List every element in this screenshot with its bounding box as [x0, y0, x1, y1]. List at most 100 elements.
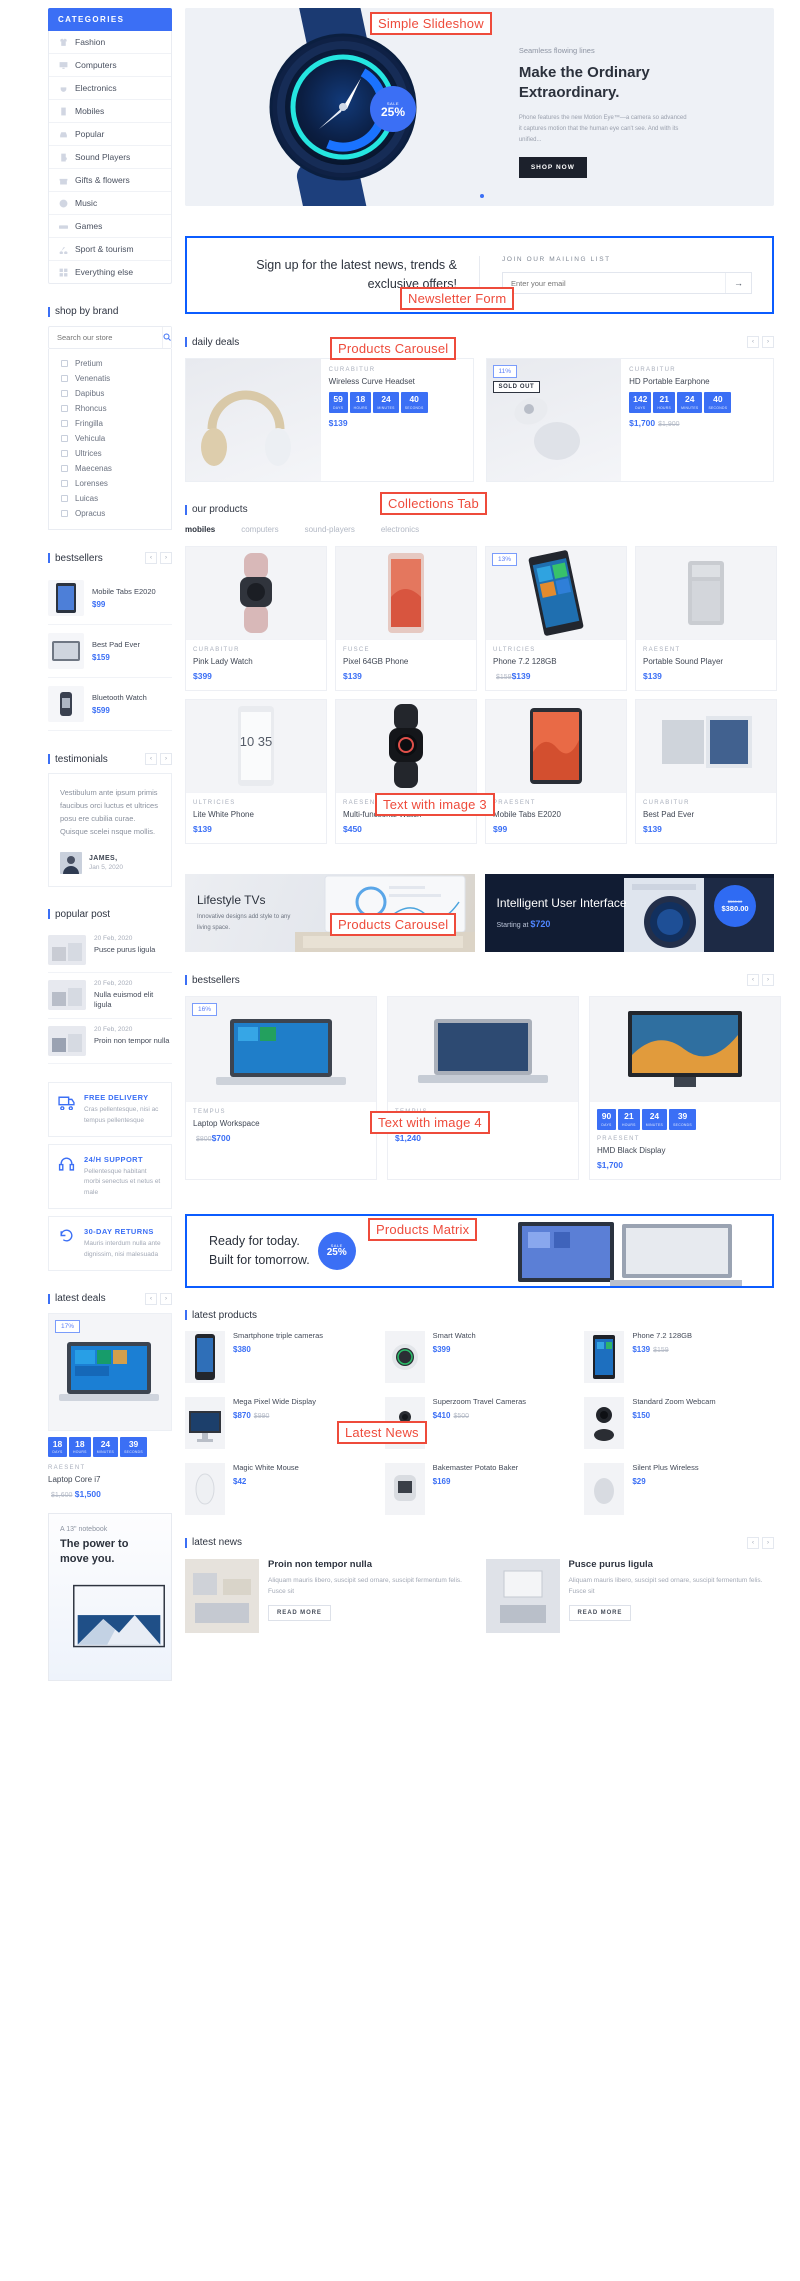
- product-card[interactable]: RAESENTMulti-functional Watch$450: [335, 699, 477, 844]
- newsletter-submit-button[interactable]: →: [725, 273, 751, 293]
- hero-slideshow[interactable]: SALE 25% Seamless flowing lines Make the…: [185, 8, 774, 206]
- list-item[interactable]: 20 Feb, 2020 Pusce purus ligula: [48, 928, 172, 973]
- read-more-button[interactable]: READ MORE: [568, 1604, 632, 1621]
- product-card[interactable]: CURABITUR Wireless Curve Headset 59 DAYS 18 H…: [185, 358, 474, 482]
- product-card[interactable]: Smart Watch $399: [384, 1330, 575, 1383]
- product-card[interactable]: FUSCE Pixel 64GB Phone $139: [335, 546, 477, 691]
- product-card[interactable]: 90 DAYS 21 HOURS 24 MINUTES 39 SECONDS PRAESENT H…: [589, 996, 781, 1180]
- shop-now-button[interactable]: SHOP NOW: [518, 156, 587, 178]
- product-image: [590, 997, 780, 1101]
- read-more-button[interactable]: READ MORE: [268, 1604, 331, 1621]
- checkbox[interactable]: [61, 420, 68, 427]
- brand-filter-item[interactable]: Pretium: [49, 356, 171, 371]
- email-field[interactable]: [503, 273, 725, 293]
- search-input[interactable]: [49, 327, 162, 348]
- checkbox[interactable]: [61, 510, 68, 517]
- news-card[interactable]: Proin non tempor nulla Aliquam mauris lib…: [185, 1558, 474, 1633]
- sidebar-item-music[interactable]: Music: [49, 192, 171, 215]
- prev-button[interactable]: ‹: [145, 552, 157, 564]
- sidebar-item-popular[interactable]: Popular: [49, 123, 171, 146]
- next-button[interactable]: ›: [762, 1536, 774, 1549]
- product-card[interactable]: PRAESENT Mobile Tabs E2020 $99: [485, 699, 627, 844]
- prev-button[interactable]: ‹: [747, 974, 759, 986]
- list-item[interactable]: 20 Feb, 2020 Nulla euismod elit ligula: [48, 973, 172, 1020]
- search-button[interactable]: [162, 327, 171, 348]
- tab-mobiles[interactable]: mobiles: [185, 525, 215, 534]
- brand-filter-item[interactable]: Vehicula: [49, 431, 171, 446]
- sidebar-item-mobiles[interactable]: Mobiles: [49, 100, 171, 123]
- sidebar-item-games[interactable]: Games: [49, 215, 171, 238]
- product-card[interactable]: Smartphone triple cameras $380: [185, 1330, 375, 1383]
- promo-card[interactable]: A 13" notebook The power to move you.: [48, 1513, 172, 1682]
- list-item[interactable]: Bluetooth Watch $599: [48, 678, 172, 731]
- news-card[interactable]: Pusce purus ligula Aliquam mauris libero,…: [485, 1558, 775, 1633]
- sidebar-item-sound-players[interactable]: Sound Players: [49, 146, 171, 169]
- testimonial-card: Vestibulum ante ipsum primis faucibus or…: [48, 773, 172, 887]
- checkbox[interactable]: [61, 360, 68, 367]
- sidebar-bestsellers-list: Mobile Tabs E2020 $99 Best Pad Ever $159 Blu…: [48, 572, 172, 731]
- checkbox[interactable]: [61, 450, 68, 457]
- product-card[interactable]: CURABITUR Best Pad Ever $139: [635, 699, 777, 844]
- prev-button[interactable]: ‹: [747, 336, 759, 348]
- brand-filter-item[interactable]: Ultrices: [49, 446, 171, 461]
- tab-computers[interactable]: computers: [241, 525, 278, 534]
- product-card[interactable]: 13% ULTRICIES Phone 7.2 128GB $159$139: [485, 546, 627, 691]
- product-info: Smartphone triple cameras $380: [233, 1331, 323, 1355]
- product-card[interactable]: Bakemaster Potato Baker $169: [384, 1462, 575, 1515]
- product-card[interactable]: 10 35 ULTRICIES Lite White Phone $139: [185, 699, 327, 844]
- next-button[interactable]: ›: [160, 552, 172, 564]
- product-card[interactable]: CURABITUR Pink Lady Watch $399: [185, 546, 327, 691]
- next-button[interactable]: ›: [160, 1292, 172, 1305]
- brand-filter-item[interactable]: Luicas: [49, 491, 171, 506]
- product-brand: RAESENT: [643, 647, 681, 653]
- brand-filter-item[interactable]: Maecenas: [49, 461, 171, 476]
- brand-filter-item[interactable]: Fringilla: [49, 416, 171, 431]
- product-card[interactable]: TEMPUSUltimate Hybrid Laptop$1,240: [387, 996, 579, 1180]
- sidebar-item-everything-else[interactable]: Everything else: [49, 261, 171, 283]
- product-thumbnail: [48, 686, 84, 722]
- product-card[interactable]: Magic White Mouse $42: [185, 1462, 375, 1515]
- brand-search-box[interactable]: [48, 326, 172, 349]
- slideshow-dot[interactable]: [479, 194, 484, 198]
- product-meta: FUSCE Pixel 64GB Phone $139: [336, 639, 476, 690]
- product-card[interactable]: 16% TEMPUS Laptop Workspace $800$700: [185, 996, 377, 1180]
- banner-intelligent-ui[interactable]: Intelligent User Interface Starting at $…: [484, 874, 774, 952]
- next-button[interactable]: ›: [762, 974, 774, 986]
- brand-filter-item[interactable]: Rhoncus: [49, 401, 171, 416]
- sidebar-item-gifts-flowers[interactable]: Gifts & flowers: [49, 169, 171, 192]
- tab-sound-players[interactable]: sound-players: [305, 525, 355, 534]
- prev-button[interactable]: ‹: [145, 1292, 157, 1305]
- sidebar-item-fashion[interactable]: Fashion: [49, 31, 171, 54]
- brand-filter-item[interactable]: Venenatis: [49, 371, 171, 386]
- brand-filter-item[interactable]: Lorenses: [49, 476, 171, 491]
- prev-button[interactable]: ‹: [747, 1536, 759, 1549]
- checkbox[interactable]: [61, 465, 68, 472]
- product-card[interactable]: Silent Plus Wireless $29: [584, 1462, 774, 1515]
- newsletter-input-group[interactable]: →: [502, 272, 752, 294]
- sidebar-item-sport-tourism[interactable]: Sport & tourism: [49, 238, 171, 261]
- checkbox[interactable]: [61, 390, 68, 397]
- brand-filter-item[interactable]: Opracus: [49, 506, 171, 521]
- checkbox[interactable]: [61, 480, 68, 487]
- product-card[interactable]: 11% SOLD OUT CURABITUR HD Portable Earphone…: [485, 358, 774, 482]
- prev-button[interactable]: ‹: [145, 753, 157, 765]
- product-card[interactable]: RAESENT Portable Sound Player $139: [635, 546, 777, 691]
- sidebar-item-electronics[interactable]: Electronics: [49, 77, 171, 100]
- list-item[interactable]: Mobile Tabs E2020 $99: [48, 572, 172, 625]
- checkbox[interactable]: [61, 375, 68, 382]
- next-button[interactable]: ›: [160, 753, 172, 765]
- sidebar-item-computers[interactable]: Computers: [49, 54, 171, 77]
- tab-electronics[interactable]: electronics: [381, 525, 419, 534]
- list-item[interactable]: Best Pad Ever $159: [48, 625, 172, 678]
- checkbox[interactable]: [61, 405, 68, 412]
- checkbox[interactable]: [61, 435, 68, 442]
- brand-filter-item[interactable]: Dapibus: [49, 386, 171, 401]
- next-button[interactable]: ›: [762, 336, 774, 348]
- product-card[interactable]: Phone 7.2 128GB $139 $159: [584, 1330, 774, 1383]
- wide-banner[interactable]: Ready for today. Built for tomorrow. SAL…: [185, 1213, 774, 1288]
- list-item[interactable]: 20 Feb, 2020 Proin non tempor nulla: [48, 1019, 172, 1065]
- daily-deals-title: daily deals: [185, 337, 239, 348]
- latest-deal-card[interactable]: 17% 18 DAYS 18 HOURS 24 MINUTES 39 SECONDS RAES…: [48, 1312, 172, 1499]
- product-card[interactable]: Standard Zoom Webcam $150: [584, 1396, 774, 1449]
- checkbox[interactable]: [61, 495, 68, 502]
